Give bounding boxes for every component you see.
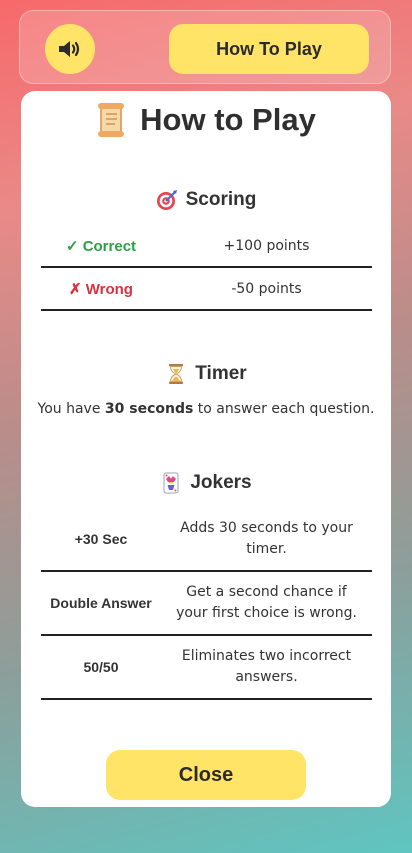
table-row: ✗ Wrong -50 points — [41, 268, 372, 311]
scroll-icon — [98, 103, 125, 137]
timer-heading: Timer — [21, 363, 391, 385]
hourglass-icon — [169, 364, 184, 384]
wrong-label: ✗ Wrong — [69, 280, 133, 298]
scoring-table: ✓ Correct +100 points ✗ Wrong -50 points — [41, 225, 372, 311]
jokers-table: +30 Sec Adds 30 seconds to your timer. D… — [41, 508, 372, 700]
jokers-heading-text: Jokers — [190, 472, 252, 493]
top-bar: How To Play — [19, 10, 391, 84]
target-icon — [156, 190, 177, 210]
joker-name: +30 Sec — [74, 531, 128, 547]
joker-name: Double Answer — [50, 595, 152, 611]
modal-title-text: How to Play — [140, 102, 316, 137]
timer-text-before: You have — [37, 401, 105, 417]
table-row: Double Answer Get a second chance if you… — [41, 572, 372, 636]
joker-name: 50/50 — [83, 659, 119, 675]
scoring-heading: Scoring — [21, 189, 391, 211]
table-row: 50/50 Eliminates two incorrect answers. — [41, 636, 372, 700]
wrong-points: -50 points — [231, 280, 302, 297]
how-to-play-modal: How to Play Scoring ✓ Correct +100 point… — [21, 91, 391, 807]
timer-text-after: to answer each question. — [193, 401, 375, 417]
sound-toggle-button[interactable] — [45, 24, 95, 74]
timer-heading-text: Timer — [195, 363, 247, 384]
speaker-volume-icon — [59, 41, 80, 57]
correct-label: ✓ Correct — [65, 237, 137, 255]
correct-points: +100 points — [223, 237, 310, 254]
timer-seconds: 30 seconds — [104, 401, 194, 417]
scoring-heading-text: Scoring — [185, 189, 257, 210]
joker-description: Eliminates two incorrect answers. — [181, 648, 352, 685]
table-row: ✓ Correct +100 points — [41, 225, 372, 268]
jokers-heading: Jokers — [21, 472, 391, 494]
modal-title: How to Play — [21, 99, 391, 141]
how-to-play-button[interactable]: How To Play — [169, 24, 369, 74]
joker-card-icon — [163, 472, 179, 494]
joker-description: Get a second chance if your first choice… — [176, 584, 357, 621]
close-button[interactable]: Close — [106, 750, 306, 800]
table-row: +30 Sec Adds 30 seconds to your timer. — [41, 508, 372, 572]
timer-description: You have 30 seconds to answer each quest… — [21, 401, 391, 417]
joker-description: Adds 30 seconds to your timer. — [180, 520, 353, 557]
